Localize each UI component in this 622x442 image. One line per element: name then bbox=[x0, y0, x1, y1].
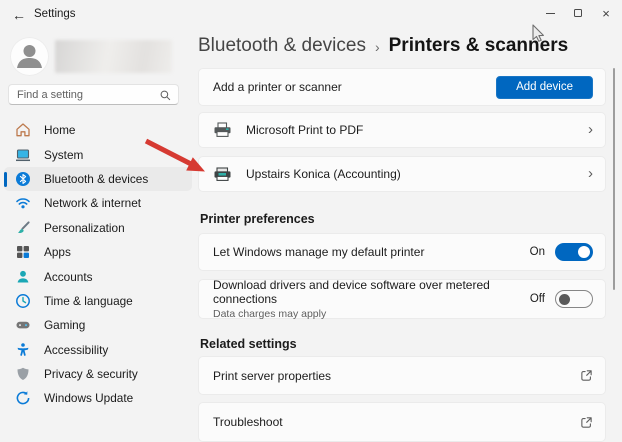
breadcrumb-separator-icon: › bbox=[375, 38, 380, 55]
add-printer-row: Add a printer or scanner Add device bbox=[198, 68, 606, 106]
apps-grid-icon bbox=[15, 244, 31, 260]
brush-icon bbox=[15, 220, 31, 236]
minimize-icon bbox=[546, 13, 555, 14]
add-printer-label: Add a printer or scanner bbox=[213, 80, 342, 94]
external-link-icon bbox=[580, 369, 593, 382]
game-controller-icon bbox=[15, 317, 31, 333]
chevron-right-icon: › bbox=[588, 166, 593, 183]
sidebar-item-label: Apps bbox=[44, 245, 71, 259]
add-device-button[interactable]: Add device bbox=[496, 76, 593, 99]
default-printer-row: Let Windows manage my default printer On bbox=[198, 233, 606, 271]
toggle-knob bbox=[559, 294, 570, 305]
window-title: Settings bbox=[34, 8, 76, 20]
minimize-button[interactable] bbox=[536, 0, 564, 26]
shield-icon bbox=[15, 366, 31, 382]
metered-toggle[interactable] bbox=[555, 290, 593, 308]
sidebar-item-label: Personalization bbox=[44, 221, 125, 235]
sidebar-item-label: Network & internet bbox=[44, 196, 141, 210]
printer-row-konica[interactable]: Upstairs Konica (Accounting) › bbox=[198, 156, 606, 192]
print-server-properties-row[interactable]: Print server properties bbox=[198, 356, 606, 395]
troubleshoot-label: Troubleshoot bbox=[213, 415, 283, 429]
bluetooth-icon bbox=[15, 171, 31, 187]
sidebar-item-gaming[interactable]: Gaming bbox=[4, 313, 192, 337]
printer-name: Upstairs Konica (Accounting) bbox=[246, 167, 401, 181]
avatar[interactable] bbox=[10, 37, 49, 76]
toggle-state-label: On bbox=[530, 246, 545, 258]
metered-label: Download drivers and device software ove… bbox=[213, 278, 530, 306]
printer-icon bbox=[213, 122, 232, 138]
default-printer-toggle[interactable] bbox=[555, 243, 593, 261]
clock-globe-icon bbox=[15, 293, 31, 309]
sidebar-item-time-language[interactable]: Time & language bbox=[4, 289, 192, 313]
default-printer-label: Let Windows manage my default printer bbox=[213, 245, 424, 259]
sidebar-item-label: Windows Update bbox=[44, 391, 133, 405]
sidebar-item-label: Home bbox=[44, 123, 75, 137]
person-icon bbox=[10, 37, 49, 76]
user-name-redacted bbox=[55, 40, 172, 73]
sidebar-item-label: Bluetooth & devices bbox=[44, 172, 148, 186]
printer-name: Microsoft Print to PDF bbox=[246, 123, 363, 137]
scrollbar[interactable] bbox=[613, 68, 615, 290]
printer-row-pdf[interactable]: Microsoft Print to PDF › bbox=[198, 112, 606, 148]
sidebar-item-label: Time & language bbox=[44, 294, 133, 308]
wifi-icon bbox=[15, 195, 31, 211]
sidebar-item-accounts[interactable]: Accounts bbox=[4, 264, 192, 288]
window-controls: × bbox=[536, 0, 620, 26]
breadcrumb-parent[interactable]: Bluetooth & devices bbox=[198, 35, 366, 57]
back-icon[interactable]: ← bbox=[8, 5, 30, 25]
home-icon bbox=[15, 122, 31, 138]
search-icon bbox=[160, 90, 171, 101]
search-input[interactable] bbox=[9, 86, 149, 105]
breadcrumb: Bluetooth & devices › Printers & scanner… bbox=[198, 33, 568, 59]
metered-connections-row: Download drivers and device software ove… bbox=[198, 279, 606, 319]
sidebar-item-bluetooth-devices[interactable]: Bluetooth & devices bbox=[4, 167, 192, 191]
sidebar-item-label: Accounts bbox=[44, 270, 93, 284]
sidebar-item-label: System bbox=[44, 148, 83, 162]
close-icon: × bbox=[602, 7, 610, 20]
toggle-state-label: Off bbox=[530, 293, 545, 305]
maximize-button[interactable] bbox=[564, 0, 592, 26]
sidebar-item-system[interactable]: System bbox=[4, 142, 192, 166]
troubleshoot-row[interactable]: Troubleshoot bbox=[198, 402, 606, 442]
sidebar: Home System Bluetooth & devices Network … bbox=[0, 30, 196, 437]
search-box[interactable] bbox=[8, 84, 179, 105]
chevron-right-icon: › bbox=[588, 122, 593, 139]
sidebar-item-label: Gaming bbox=[44, 318, 85, 332]
close-button[interactable]: × bbox=[592, 0, 620, 26]
sidebar-item-network-internet[interactable]: Network & internet bbox=[4, 191, 192, 215]
sidebar-item-accessibility[interactable]: Accessibility bbox=[4, 338, 192, 362]
sidebar-item-label: Privacy & security bbox=[44, 367, 138, 381]
accounts-person-icon bbox=[15, 269, 31, 285]
titlebar: ← Settings × bbox=[0, 0, 622, 30]
laptop-icon bbox=[15, 147, 31, 163]
sidebar-nav: Home System Bluetooth & devices Network … bbox=[4, 118, 192, 411]
maximize-icon bbox=[574, 9, 582, 17]
printer-preferences-heading: Printer preferences bbox=[200, 212, 315, 226]
sidebar-item-apps[interactable]: Apps bbox=[4, 240, 192, 264]
metered-sublabel: Data charges may apply bbox=[213, 308, 530, 320]
sidebar-item-windows-update[interactable]: Windows Update bbox=[4, 386, 192, 410]
toggle-knob bbox=[578, 246, 590, 258]
related-settings-heading: Related settings bbox=[200, 337, 297, 351]
sidebar-item-label: Accessibility bbox=[44, 343, 108, 357]
page-title: Printers & scanners bbox=[389, 35, 569, 57]
sidebar-item-home[interactable]: Home bbox=[4, 118, 192, 142]
accessibility-person-icon bbox=[15, 342, 31, 358]
printer-icon bbox=[213, 166, 232, 182]
external-link-icon bbox=[580, 416, 593, 429]
sidebar-item-privacy-security[interactable]: Privacy & security bbox=[4, 362, 192, 386]
update-arrows-icon bbox=[15, 390, 31, 406]
sidebar-item-personalization[interactable]: Personalization bbox=[4, 216, 192, 240]
print-server-properties-label: Print server properties bbox=[213, 369, 331, 383]
